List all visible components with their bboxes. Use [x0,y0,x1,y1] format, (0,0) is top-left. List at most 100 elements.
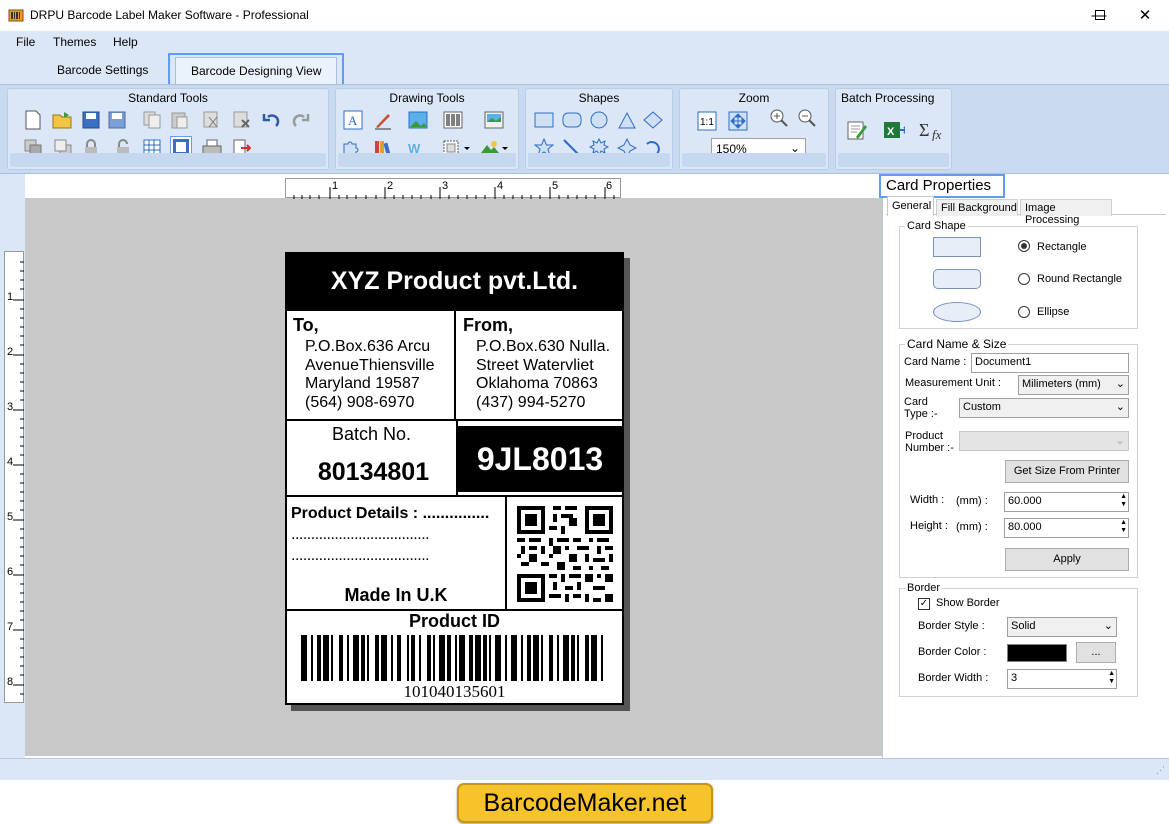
border-width-spinner[interactable]: 3 ▲ ▼ [1007,669,1117,689]
maximize-icon[interactable] [1077,0,1123,31]
card-type-select[interactable]: Custom ⌄ [959,398,1129,418]
status-bar: ⋰ [0,758,1169,780]
card-name-input[interactable]: Document1 [971,353,1129,373]
code-box[interactable]: 9JL8013 [458,426,622,492]
tab-barcode-settings[interactable]: Barcode Settings [57,63,148,77]
barcode-bar [511,635,517,681]
actual-size-icon[interactable]: 1:1 [696,110,718,132]
picture-icon[interactable] [407,109,429,131]
chevron-down-icon: ⌄ [1115,377,1125,390]
group-label: Standard Tools [128,91,208,105]
product-number-select[interactable]: ⌄ [959,431,1129,451]
undo-icon[interactable] [260,109,282,131]
menu-file[interactable]: File [16,35,35,49]
to-label[interactable]: To, [293,315,319,336]
product-details-label[interactable]: Product Details : ............... [291,505,489,523]
redo-icon[interactable] [290,109,312,131]
from-line: (437) 994-5270 [476,393,586,411]
border-color-button[interactable]: ... [1076,642,1116,663]
ruler-v-7: 7 [7,621,14,633]
barcode-bar [375,635,379,681]
tab-general[interactable]: General [887,196,934,216]
label-card[interactable]: XYZ Product pvt.Ltd. To, P.O.Box.636 Arc… [285,252,624,705]
spinner-arrows-icon[interactable]: ▲ ▼ [1108,670,1115,686]
show-border-checkbox[interactable]: ✓ [918,598,930,610]
round-rectangle-shape-icon[interactable] [561,109,583,131]
height-spinner[interactable]: 80.000 ▲ ▼ [1004,518,1129,538]
from-label[interactable]: From, [463,315,513,336]
chevron-down-icon: ⌄ [1114,433,1125,447]
menu-themes[interactable]: Themes [53,35,96,49]
diamond-shape-icon[interactable] [642,109,664,131]
measurement-unit-select[interactable]: Milimeters (mm) ⌄ [1018,375,1129,395]
close-icon[interactable]: ✕ [1122,0,1168,31]
menu-help[interactable]: Help [113,35,138,49]
batch-edit-icon[interactable] [846,119,868,141]
round-rectangle-radio[interactable] [1018,273,1030,285]
to-address[interactable]: P.O.Box.636 Arcu AvenueThiensville Maryl… [305,338,435,412]
ruler-v-2: 2 [7,346,14,358]
border-style-select[interactable]: Solid ⌄ [1007,617,1117,637]
formula-icon[interactable]: Σfx [918,119,948,141]
save-as-icon[interactable] [106,109,128,131]
save-icon[interactable] [80,109,102,131]
barcode-number[interactable]: 101040135601 [287,682,622,702]
border-color-swatch[interactable] [1007,644,1067,662]
new-icon[interactable] [22,109,44,131]
width-spinner[interactable]: 60.000 ▲ ▼ [1004,492,1129,512]
company-header[interactable]: XYZ Product pvt.Ltd. [287,254,622,309]
barcode-icon[interactable] [442,109,464,131]
from-line: Street Watervliet [476,356,594,374]
barcode-image[interactable] [301,635,607,681]
barcode-bar [427,635,431,681]
pen-icon[interactable] [372,109,394,131]
delete-icon[interactable] [231,109,253,131]
tab-image-processing[interactable]: Image Processing [1020,199,1112,226]
excel-import-icon[interactable]: X [883,119,905,141]
made-in-label[interactable]: Made In U.K [287,585,505,606]
from-line: Oklahoma 70863 [476,375,598,392]
round-rectangle-preview [933,269,981,289]
apply-button[interactable]: Apply [1005,548,1129,571]
ellipse-shape-icon[interactable] [588,109,610,131]
tab-fill-background[interactable]: Fill Background [936,199,1018,216]
open-icon[interactable] [52,109,74,131]
zoom-out-icon[interactable] [796,107,818,129]
from-line: P.O.Box.630 Nulla. [476,338,611,355]
from-address[interactable]: P.O.Box.630 Nulla. Street Watervliet Okl… [476,338,610,412]
image-library-icon[interactable] [483,109,505,131]
tab-label: Barcode Designing View [191,64,322,78]
divider [505,497,507,609]
spinner-arrows-icon[interactable]: ▲ ▼ [1120,493,1127,509]
ruler-h-2: 2 [387,180,394,192]
horizontal-ruler: 1 2 3 4 5 6 [285,178,621,199]
text-icon[interactable]: A [342,109,364,131]
product-id-label[interactable]: Product ID [287,611,622,632]
triangle-shape-icon[interactable] [616,109,638,131]
barcode-bar [549,635,553,681]
barcode-bar [433,635,435,681]
ruler-h-6: 6 [606,180,613,192]
width-value: 60.000 [1008,495,1042,507]
zoom-in-icon[interactable] [768,107,790,129]
qr-code[interactable] [517,506,613,602]
barcode-bar [601,635,603,681]
barcode-bar [469,635,473,681]
cut-icon[interactable] [201,109,223,131]
paste-icon[interactable] [168,109,190,131]
barcode-bar [381,635,387,681]
batch-label[interactable]: Batch No. [287,424,456,445]
svg-text:1:1: 1:1 [700,117,714,128]
rectangle-radio[interactable] [1018,240,1030,252]
ellipse-radio[interactable] [1018,306,1030,318]
group-batch-processing: Batch Processing X Σfx [835,88,952,170]
rectangle-shape-icon[interactable] [533,109,555,131]
fit-to-window-icon[interactable] [727,110,749,132]
get-size-from-printer-button[interactable]: Get Size From Printer [1005,460,1129,483]
dotted-line: ................................... [291,547,430,564]
spinner-arrows-icon[interactable]: ▲ ▼ [1120,519,1127,535]
resize-grip-icon[interactable]: ⋰ [1156,765,1165,776]
tab-barcode-designing-view[interactable]: Barcode Designing View [175,57,337,84]
batch-number[interactable]: 80134801 [287,458,460,487]
copy-icon[interactable] [141,109,163,131]
